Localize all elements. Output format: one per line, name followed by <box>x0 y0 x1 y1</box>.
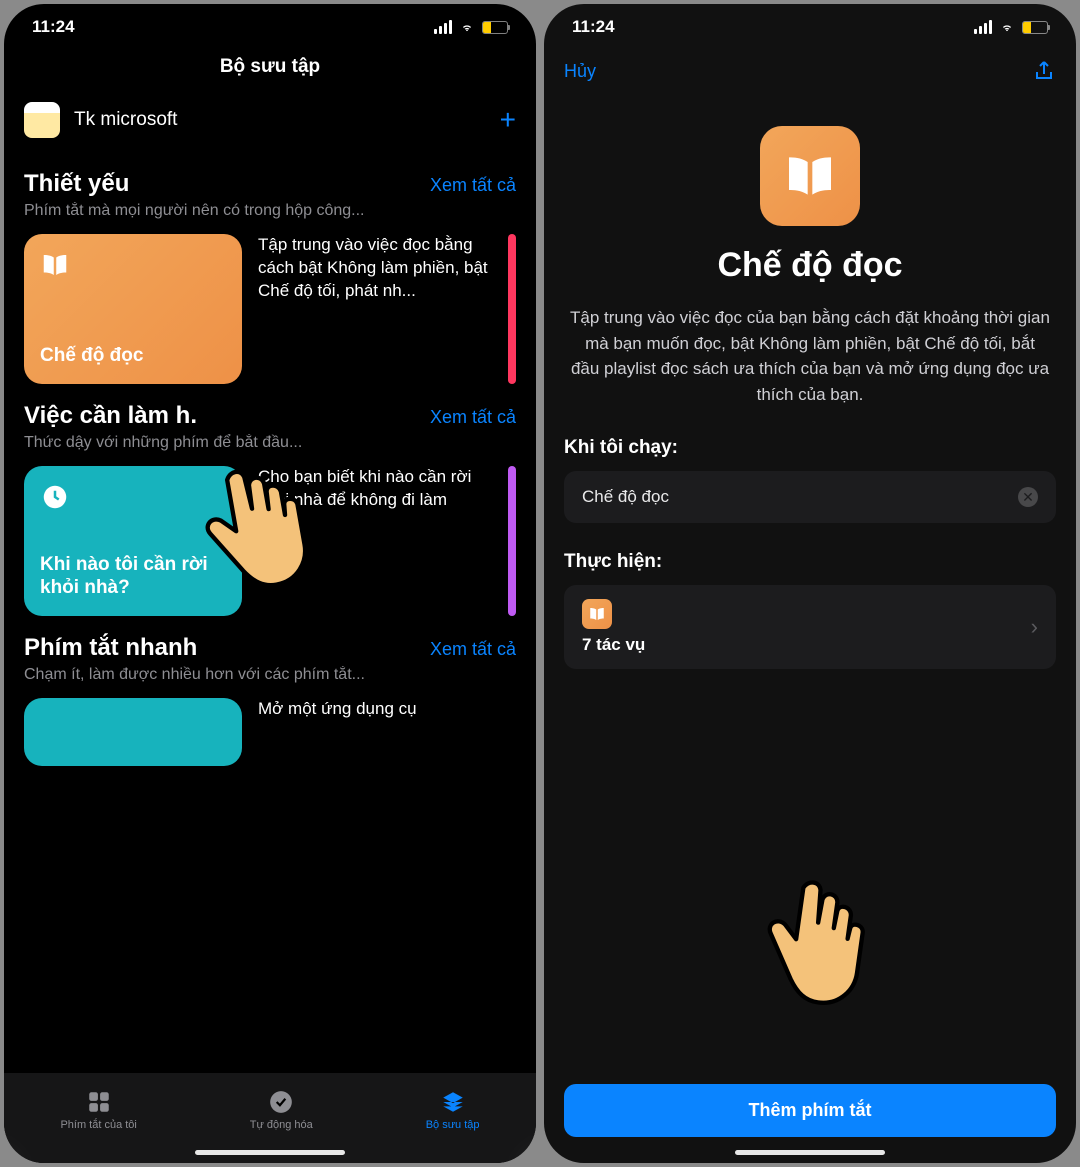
tab-label: Bộ sưu tập <box>426 1119 480 1131</box>
section-subtitle: Chạm ít, làm được nhiều hơn với các phím… <box>24 666 516 684</box>
status-icons <box>974 20 1048 34</box>
shortcut-title: Chế độ đọc <box>544 246 1076 285</box>
edge-strip <box>508 234 516 384</box>
tab-my-shortcuts[interactable]: Phím tắt của tôi <box>60 1089 136 1131</box>
share-icon[interactable] <box>1032 58 1056 84</box>
tab-label: Phím tắt của tôi <box>60 1119 136 1131</box>
section-title: Việc cần làm h. <box>24 402 197 430</box>
folder-name: Tk microsoft <box>74 109 486 131</box>
add-button[interactable]: + <box>500 104 516 136</box>
right-phone: 11:24 Hủy Chế độ đọc Tập trung vào việc … <box>544 4 1076 1163</box>
status-bar: 11:24 <box>4 4 536 46</box>
book-open-icon <box>40 250 70 280</box>
tab-automation[interactable]: Tự động hóa <box>250 1089 313 1131</box>
home-indicator[interactable] <box>195 1150 345 1155</box>
shortcut-description: Tập trung vào việc đọc của bạn bằng cách… <box>544 305 1076 437</box>
clear-icon[interactable]: ✕ <box>1018 487 1038 507</box>
battery-icon <box>482 21 508 34</box>
shortcut-big-icon <box>760 126 860 226</box>
status-time: 11:24 <box>572 17 615 37</box>
notes-icon <box>24 102 60 138</box>
book-open-icon <box>782 148 838 204</box>
run-value: Chế độ đọc <box>582 487 1006 507</box>
status-icons <box>434 20 508 34</box>
tab-gallery[interactable]: Bộ sưu tập <box>426 1089 480 1131</box>
status-bar: 11:24 <box>544 4 1076 46</box>
chevron-right-icon: › <box>1031 614 1038 640</box>
status-time: 11:24 <box>32 17 75 37</box>
see-all-link[interactable]: Xem tất cả <box>430 175 516 196</box>
battery-icon <box>1022 21 1048 34</box>
wifi-icon <box>458 20 476 34</box>
add-shortcut-button[interactable]: Thêm phím tắt <box>564 1084 1056 1137</box>
run-label: Khi tôi chạy: <box>544 437 1076 459</box>
section-title: Phím tắt nhanh <box>24 634 197 662</box>
signal-icon <box>434 20 452 34</box>
section-todo: Việc cần làm h. Xem tất cả Thức dậy với … <box>4 384 536 616</box>
book-open-icon <box>582 599 612 629</box>
do-label: Thực hiện: <box>544 551 1076 573</box>
layers-icon <box>440 1089 466 1115</box>
left-phone: 11:24 Bộ sưu tập Tk microsoft + Thiết yế… <box>4 4 536 1163</box>
shortcut-card-partial[interactable] <box>24 698 242 766</box>
signal-icon <box>974 20 992 34</box>
top-actions: Hủy <box>544 46 1076 96</box>
section-quick: Phím tắt nhanh Xem tất cả Chạm ít, làm đ… <box>4 616 536 774</box>
shortcut-card-leave-home[interactable]: Khi nào tôi cần rời khỏi nhà? <box>24 466 242 616</box>
card-desc: Cho bạn biết khi nào cần rời khỏi nhà để… <box>258 466 492 616</box>
card-title: Khi nào tôi cần rời khỏi nhà? <box>40 554 226 600</box>
home-indicator[interactable] <box>735 1150 885 1155</box>
tab-label: Tự động hóa <box>250 1119 313 1131</box>
card-title: Chế độ đọc <box>40 345 226 368</box>
edge-strip <box>508 466 516 616</box>
clock-icon <box>40 482 70 512</box>
run-field[interactable]: Chế độ đọc ✕ <box>564 471 1056 523</box>
section-subtitle: Phím tắt mà mọi người nên có trong hộp c… <box>24 202 516 220</box>
card-desc: Tập trung vào việc đọc bằng cách bật Khô… <box>258 234 492 384</box>
check-icon <box>268 1089 294 1115</box>
page-title: Bộ sưu tập <box>4 46 536 92</box>
tutorial-pointer-icon <box>745 869 872 1013</box>
folder-row[interactable]: Tk microsoft + <box>4 92 536 152</box>
shortcut-card-reading-mode[interactable]: Chế độ đọc <box>24 234 242 384</box>
section-essentials: Thiết yếu Xem tất cả Phím tắt mà mọi ngư… <box>4 152 536 384</box>
tasks-count: 7 tác vụ <box>582 635 1017 655</box>
cancel-button[interactable]: Hủy <box>564 61 596 82</box>
see-all-link[interactable]: Xem tất cả <box>430 639 516 660</box>
grid-icon <box>86 1089 112 1115</box>
wifi-icon <box>998 20 1016 34</box>
section-subtitle: Thức dậy với những phím để bắt đầu... <box>24 434 516 452</box>
card-desc: Mở một ứng dụng cụ <box>258 698 516 766</box>
see-all-link[interactable]: Xem tất cả <box>430 407 516 428</box>
section-title: Thiết yếu <box>24 170 129 198</box>
actions-field[interactable]: 7 tác vụ › <box>564 585 1056 669</box>
